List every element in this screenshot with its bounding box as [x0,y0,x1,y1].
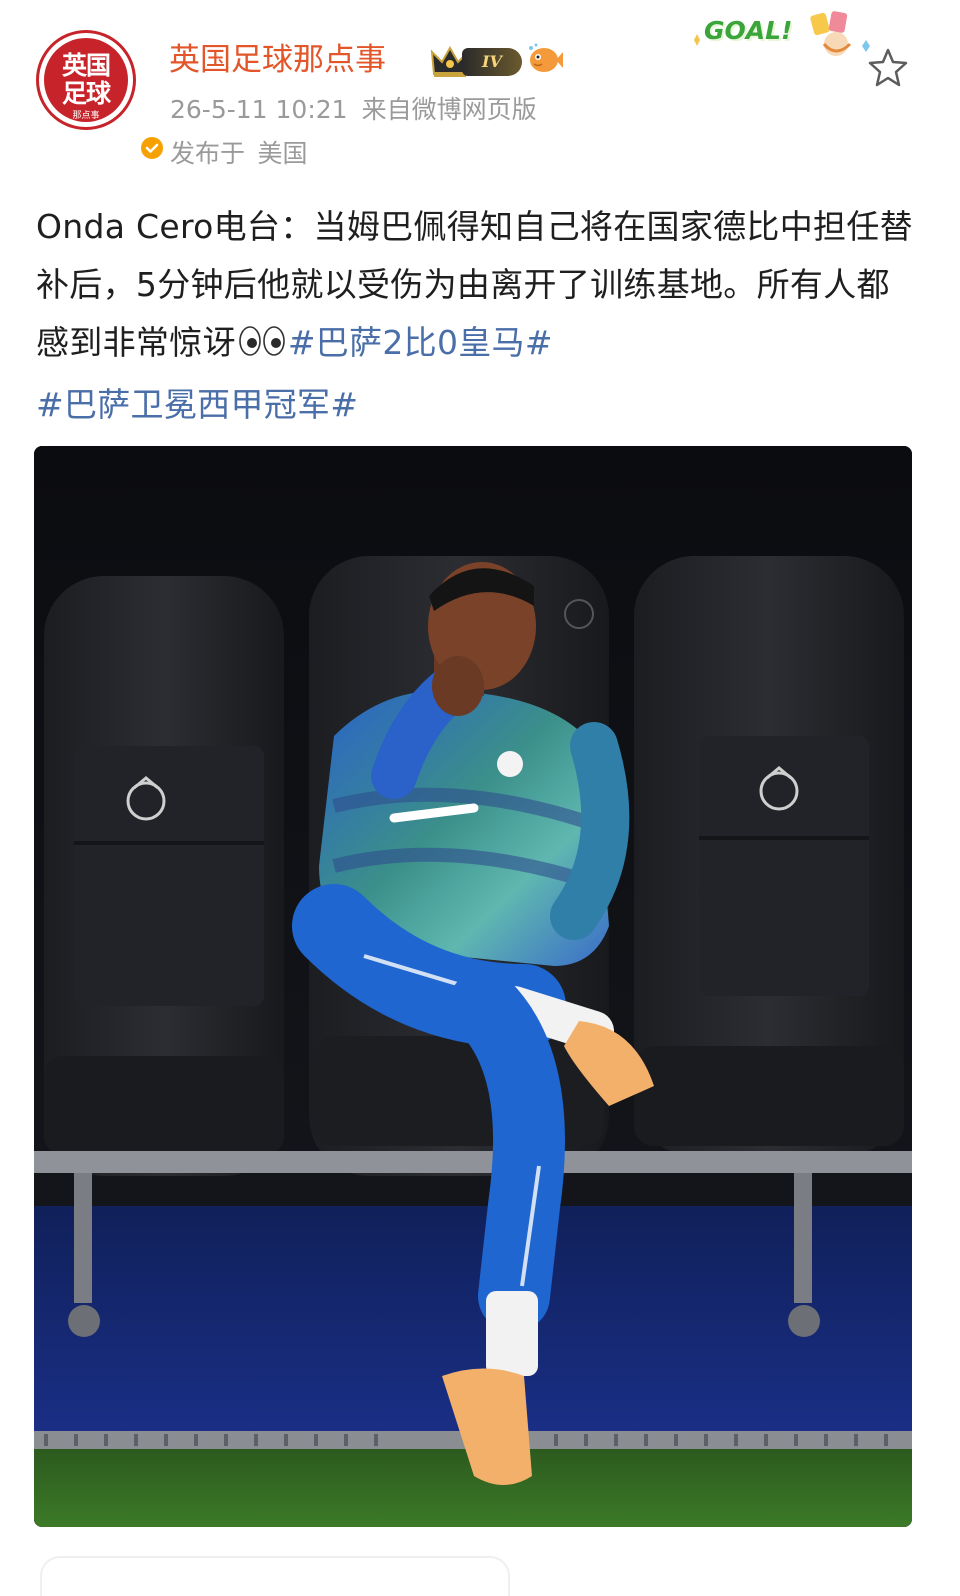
star-icon[interactable] [866,46,910,90]
author-avatar[interactable]: 英国足球 那点事 [36,30,166,162]
comment-input-bar[interactable] [40,1556,510,1596]
weibo-post-card: 英国足球 那点事 英国足球那点事 IV GOAL! 26-5-11 10:21 … [0,0,960,1596]
post-photo[interactable] [34,446,912,1527]
post-source[interactable]: 来自微博网页版 [362,95,537,124]
verified-icon [138,134,166,162]
avatar-logo-text: 英国足球 [61,51,111,108]
avatar-seal: 英国足球 那点事 [44,38,128,122]
post-location: 美国 [257,139,308,168]
topic-link[interactable]: #巴萨2比0皇马# [288,323,553,362]
post-text: Onda Cero电台：当姆巴佩得知自己将在国家德比中担任替补后，5分钟后他就以… [36,198,916,434]
post-location-line: 发布于 美国 [170,136,308,172]
goal-sticker-text: GOAL! [704,16,793,45]
fish-icon [526,42,564,82]
post-location-label: 发布于 [170,139,246,168]
author-name[interactable]: 英国足球那点事 [169,38,386,82]
eyes-icon [238,318,286,376]
post-timestamp: 26-5-11 10:21 [170,95,348,124]
post-meta-line: 26-5-11 10:21 来自微博网页版 [170,92,537,128]
vip-level-badge[interactable]: IV [462,48,522,76]
avatar-logo-subtext: 那点事 [72,111,100,121]
topic-link[interactable]: #巴萨卫冕西甲冠军# [36,385,358,424]
